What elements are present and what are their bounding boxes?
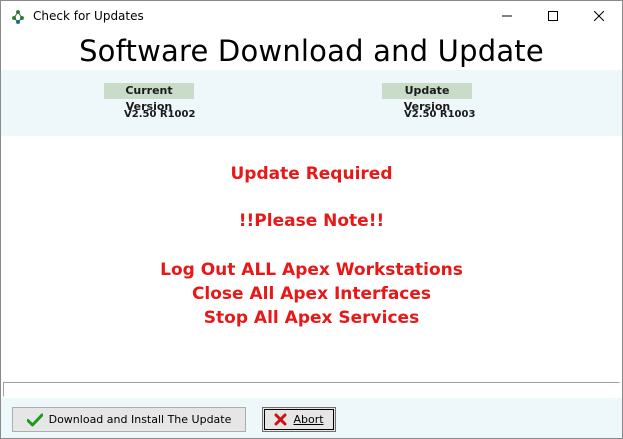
update-required-message: Update Required bbox=[230, 164, 393, 184]
instruction-line: Close All Apex Interfaces bbox=[191, 284, 432, 304]
download-install-label: Download and Install The Update bbox=[48, 413, 232, 426]
instruction-line: Log Out ALL Apex Workstations bbox=[160, 260, 463, 280]
maximize-icon bbox=[548, 8, 558, 26]
version-panel: Current Version V2.50 R1002 Update Versi… bbox=[1, 70, 622, 136]
window-title: Check for Updates bbox=[33, 9, 144, 23]
abort-button[interactable]: Abort bbox=[262, 407, 336, 432]
close-button[interactable] bbox=[576, 1, 622, 32]
close-icon bbox=[593, 8, 605, 26]
checkmark-icon bbox=[26, 413, 43, 427]
app-logo-icon bbox=[10, 9, 26, 25]
maximize-button[interactable] bbox=[530, 1, 576, 32]
current-version-value: V2.50 R1002 bbox=[124, 109, 196, 120]
update-dialog-window: Check for Updates Software Download and … bbox=[0, 0, 623, 439]
current-version-label: Current Version bbox=[104, 83, 194, 113]
update-version-value: V2.50 R1003 bbox=[404, 109, 476, 120]
download-install-button[interactable]: Download and Install The Update bbox=[12, 407, 246, 432]
minimize-button[interactable] bbox=[484, 1, 530, 32]
page-title: Software Download and Update bbox=[79, 34, 544, 68]
button-bar: Download and Install The Update Abort bbox=[1, 398, 622, 438]
abort-label: Abort bbox=[293, 413, 324, 426]
instruction-line: Stop All Apex Services bbox=[203, 308, 420, 328]
please-note-message: !!Please Note!! bbox=[238, 211, 385, 231]
title-bar[interactable]: Check for Updates bbox=[1, 1, 622, 32]
update-version-label: Update Version bbox=[382, 83, 472, 113]
minimize-icon bbox=[502, 8, 512, 26]
x-icon bbox=[274, 413, 287, 426]
progress-status-bar bbox=[3, 382, 620, 397]
